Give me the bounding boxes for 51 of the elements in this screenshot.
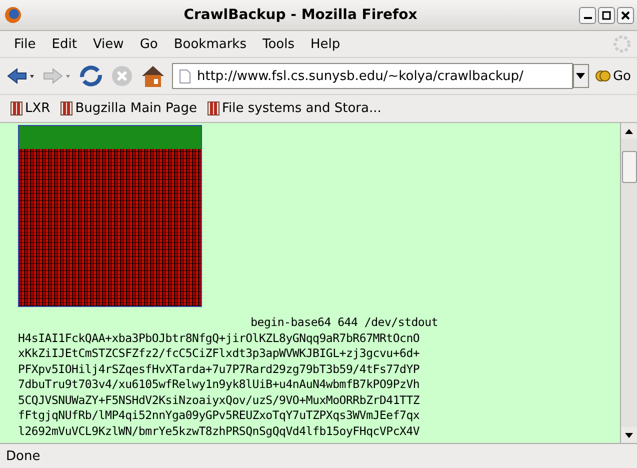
menu-item[interactable]: Bookmarks — [166, 34, 254, 54]
bookmark-icon — [207, 101, 220, 116]
bookmark-link[interactable]: File systems and Stora... — [207, 101, 382, 116]
down-caret-icon — [625, 432, 633, 438]
code-line: H4sIAI1FckQAA+xba3PbOJbtr8NfgQ+jirOlKZL8yGNqq9aR7bR67MRtOcnO — [18, 330, 420, 344]
page-icon — [179, 68, 191, 84]
address-field[interactable]: http://www.fsl.cs.sunysb.edu/~kolya/crawlbackup/ — [172, 63, 573, 89]
code-line: fFtgjqNUfRb/lMP4qi52nnYga09yGPv5REUZxoTqY7uTZPXqs3WVmJEef7qx — [18, 408, 420, 422]
minimize-button[interactable] — [579, 6, 596, 24]
home-button[interactable] — [140, 64, 166, 88]
bookmark-link[interactable]: LXR — [10, 101, 50, 116]
scroll-down-button[interactable] — [621, 427, 637, 443]
code-line: xKkZiIJEtCmSTZCSFZfz2/fcC5CiZFlxdt3p3apWVWKJBIGL+zj3gcvu+6d+ — [18, 346, 420, 360]
up-caret-icon — [625, 128, 633, 134]
reload-icon — [78, 64, 104, 88]
bookmark-link[interactable]: Bugzilla Main Page — [60, 101, 197, 116]
go-button[interactable]: Go — [594, 68, 631, 84]
maximize-icon — [602, 10, 611, 20]
bookmark-icon — [60, 101, 74, 116]
stop-icon — [110, 64, 134, 88]
left-arrow-icon — [6, 66, 36, 86]
throbber-icon — [613, 35, 631, 53]
scroll-thumb[interactable] — [622, 151, 637, 183]
code-line: 5CQJVSNUWaZY+F5NSHdV2KsiNzoaiyxQov/uzS/9VO+MuxMoORRbZrD41TTZ — [18, 392, 420, 406]
close-icon — [621, 10, 630, 20]
house-icon — [140, 64, 166, 88]
menu-item[interactable]: Go — [132, 34, 166, 54]
reload-button[interactable] — [78, 64, 104, 88]
scroll-up-button[interactable] — [621, 123, 637, 139]
back-button[interactable] — [6, 66, 36, 86]
window-title: CrawlBackup - Mozilla Firefox — [182, 7, 418, 23]
menu-item[interactable]: Help — [302, 34, 348, 54]
minimize-icon — [584, 16, 592, 18]
status-text: Done — [6, 448, 40, 464]
menu-item[interactable]: Tools — [254, 34, 303, 54]
history-dropdown-button[interactable] — [572, 64, 589, 88]
close-button[interactable] — [617, 6, 634, 24]
menu-item[interactable]: Edit — [44, 34, 85, 54]
code-line: 7dbuTru9t703v4/xu6105wfRelwy1n9yk8lUiB+u4nAuN4wbmfB7kPO9PzVh — [18, 377, 420, 391]
menu-item[interactable]: View — [84, 34, 132, 54]
url-text: http://www.fsl.cs.sunysb.edu/~kolya/crawlbackup/ — [197, 68, 524, 84]
globe-icon — [4, 6, 22, 24]
code-line: PFXpv5IOHilj4rSZqesfHvXTarda+7u7P7Rard29zg79bT3b59/4tFs77dYP — [18, 362, 420, 376]
bookmark-icon — [10, 101, 23, 116]
scrollbar[interactable] — [620, 123, 637, 443]
menu-item[interactable]: File — [6, 34, 44, 54]
caret-icon — [576, 73, 586, 79]
right-arrow-icon — [42, 66, 72, 86]
maximize-button[interactable] — [598, 6, 615, 24]
code-line: begin-base64 644 /dev/stdout — [250, 315, 438, 329]
code-line: l2692mVuVCL9KzlWN/bmrYe5kzwT8zhPRSQnSgQqVd4lfb15oyFHqcVPcX4V — [18, 424, 420, 438]
